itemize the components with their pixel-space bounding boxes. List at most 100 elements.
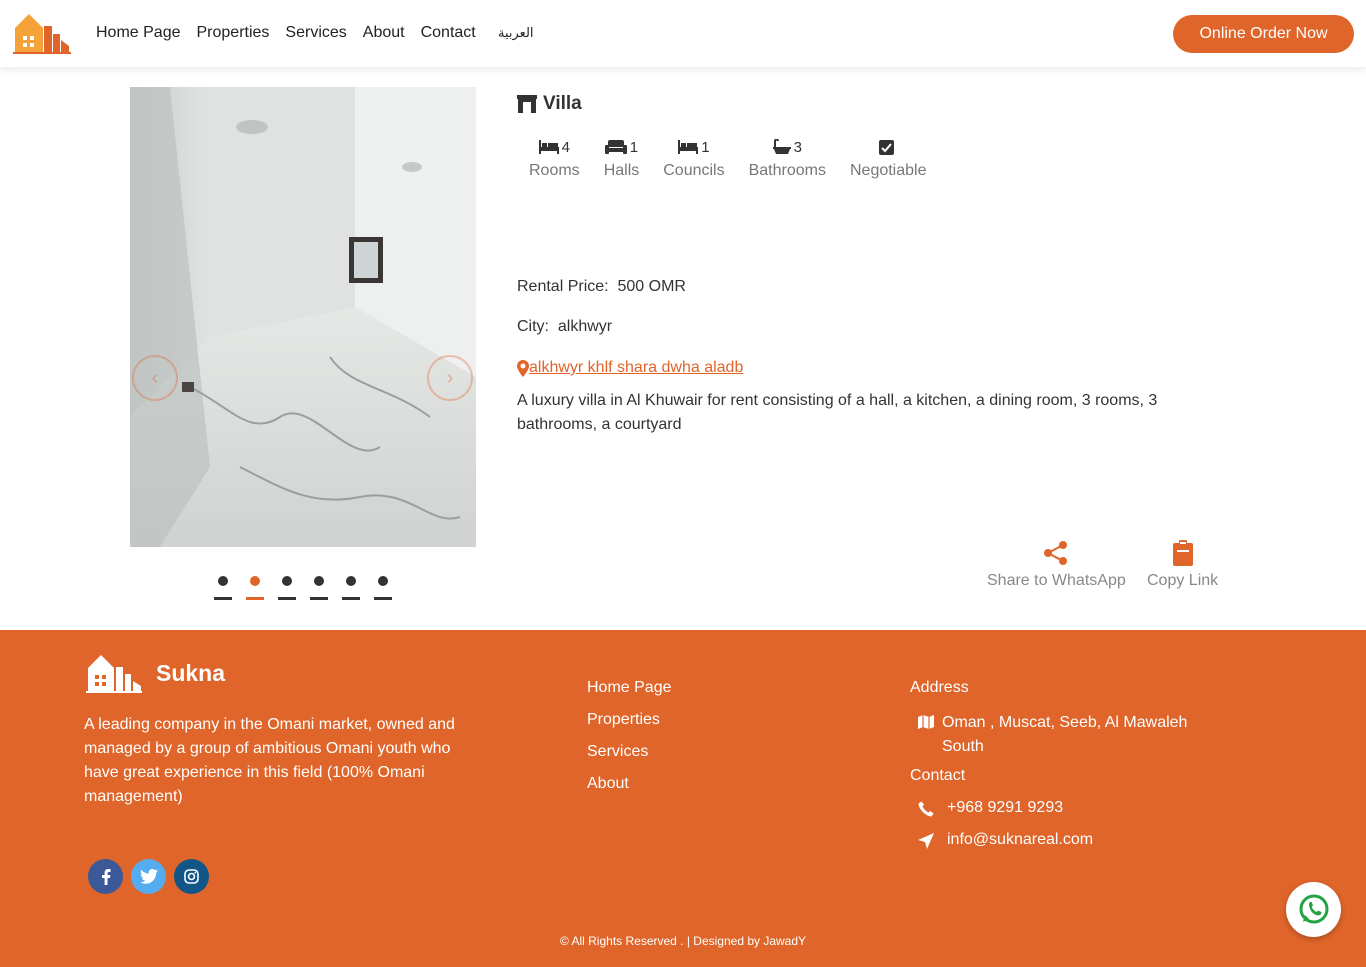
gallery-dot-circle — [314, 576, 324, 586]
feature-label: Negotiable — [849, 162, 927, 179]
footer-about: A leading company in the Omani market, o… — [84, 716, 455, 805]
gallery-dot-bar — [246, 597, 264, 600]
footer-link-services[interactable]: Services — [587, 743, 672, 775]
address-row: Oman , Muscat, Seeb, Al Mawaleh South — [910, 711, 1192, 767]
city-label: City: — [517, 318, 549, 335]
feature-label: Bathrooms — [748, 162, 826, 179]
footer-link-home[interactable]: Home Page — [587, 679, 672, 711]
footer-brand: Sukna — [156, 659, 226, 686]
footer: Sukna A leading company in the Omani mar… — [0, 630, 1366, 967]
nav-contact[interactable]: Contact — [421, 24, 476, 42]
footer-link-about[interactable]: About — [587, 775, 672, 807]
nav-properties[interactable]: Properties — [197, 24, 270, 42]
nav-about[interactable]: About — [363, 24, 405, 42]
online-order-button[interactable]: Online Order Now — [1173, 15, 1354, 53]
location-text[interactable]: alkhwyr khlf shara dwha aladb — [529, 359, 743, 377]
city-value: alkhwyr — [557, 318, 613, 335]
nav-links: Home Page Properties Services About Cont… — [96, 24, 492, 42]
footer-links: Home Page Properties Services About — [587, 679, 672, 807]
footer-logo[interactable]: Sukna — [86, 653, 225, 693]
facebook-button[interactable] — [88, 859, 123, 894]
city: City: alkhwyr — [517, 318, 612, 336]
clipboard-icon — [1172, 540, 1193, 566]
facebook-icon — [101, 868, 110, 885]
gallery-dot-bar — [342, 597, 360, 600]
map-marker-icon — [517, 359, 529, 377]
couch-icon — [604, 140, 627, 154]
feature-rooms: 4 Rooms — [529, 138, 580, 180]
gallery-next-button[interactable]: › — [427, 355, 473, 401]
property-features: 4 Rooms 1 Halls 1 Councils 3 Bathrooms N… — [529, 138, 950, 180]
gallery-dot[interactable] — [374, 576, 392, 600]
feature-value: 1 — [701, 138, 710, 156]
gallery-dot-bar — [278, 597, 296, 600]
rental-price: Rental Price: 500 OMR — [517, 278, 686, 296]
gallery-dot-bar — [214, 597, 232, 600]
feature-value: 1 — [629, 138, 639, 156]
gallery-dot[interactable] — [214, 576, 232, 600]
whatsapp-floating-button[interactable] — [1286, 882, 1341, 937]
property-type-label: Villa — [543, 93, 582, 114]
address-text: Oman , Muscat, Seeb, Al Mawaleh South — [942, 714, 1188, 755]
contact-heading: Contact — [910, 767, 966, 784]
gallery-indicators — [214, 576, 406, 600]
copy-label: Copy Link — [1147, 572, 1219, 589]
share-label: Share to WhatsApp — [987, 572, 1126, 589]
whatsapp-icon — [1299, 894, 1328, 923]
social-links — [88, 859, 217, 894]
navbar: Home Page Properties Services About Cont… — [0, 0, 1366, 67]
gallery-dot[interactable] — [278, 576, 296, 600]
feature-negotiable: Negotiable — [849, 138, 927, 180]
logo[interactable] — [13, 12, 71, 54]
gallery-dot-circle — [378, 576, 388, 586]
phone-text[interactable]: +968 9291 9293 — [947, 799, 1063, 817]
gallery-dot[interactable] — [342, 576, 360, 600]
gallery-dot[interactable] — [310, 576, 328, 600]
bed-icon — [538, 140, 559, 154]
bath-icon — [772, 139, 791, 154]
twitter-button[interactable] — [131, 859, 166, 894]
rental-price-label: Rental Price: — [517, 278, 609, 295]
rental-price-value: 500 OMR — [617, 278, 686, 295]
gallery-dot[interactable] — [246, 576, 264, 600]
feature-label: Councils — [663, 162, 725, 179]
gallery-prev-button[interactable]: ‹ — [132, 355, 178, 401]
phone-row[interactable]: +968 9291 9293 — [910, 799, 1192, 831]
feature-label: Halls — [603, 162, 640, 179]
check-square-icon — [879, 139, 895, 155]
language-switch[interactable]: العربية — [498, 25, 534, 41]
gallery-dot-circle — [282, 576, 292, 586]
nav-services[interactable]: Services — [285, 24, 346, 42]
footer-link-properties[interactable]: Properties — [587, 711, 672, 743]
copy-link-button[interactable]: Copy Link — [1147, 540, 1218, 590]
address-heading: Address — [910, 679, 969, 696]
email-row[interactable]: info@suknareal.com — [910, 831, 1192, 863]
share-icon — [1044, 541, 1068, 565]
feature-councils: 1 Councils — [663, 138, 724, 180]
share-whatsapp-button[interactable]: Share to WhatsApp — [987, 540, 1126, 590]
gallery-dot-bar — [310, 597, 328, 600]
property-photo — [130, 87, 476, 547]
feature-value: 3 — [793, 138, 802, 156]
twitter-icon — [139, 869, 158, 884]
location-link[interactable]: alkhwyr khlf shara dwha aladb — [517, 359, 743, 377]
feature-value: 4 — [561, 138, 571, 156]
nav-home[interactable]: Home Page — [96, 24, 181, 42]
gallery-dot-circle — [218, 576, 228, 586]
bed-icon — [678, 140, 699, 154]
copyright: © All Rights Reserved . | Designed by Ja… — [559, 934, 807, 948]
gallery-dot-circle — [250, 576, 260, 586]
email-text[interactable]: info@suknareal.com — [947, 831, 1093, 849]
phone-icon — [918, 801, 934, 817]
building-icon — [517, 95, 537, 113]
logo-icon — [86, 655, 142, 693]
instagram-icon — [184, 869, 199, 884]
gallery-dot-bar — [374, 597, 392, 600]
footer-contact: Address Oman , Muscat, Seeb, Al Mawaleh … — [910, 679, 1192, 863]
gallery-dot-circle — [346, 576, 356, 586]
feature-halls: 1 Halls — [604, 138, 640, 180]
property-type: Villa — [517, 93, 582, 115]
map-icon — [918, 715, 934, 729]
instagram-button[interactable] — [174, 859, 209, 894]
paper-plane-icon — [918, 833, 934, 849]
